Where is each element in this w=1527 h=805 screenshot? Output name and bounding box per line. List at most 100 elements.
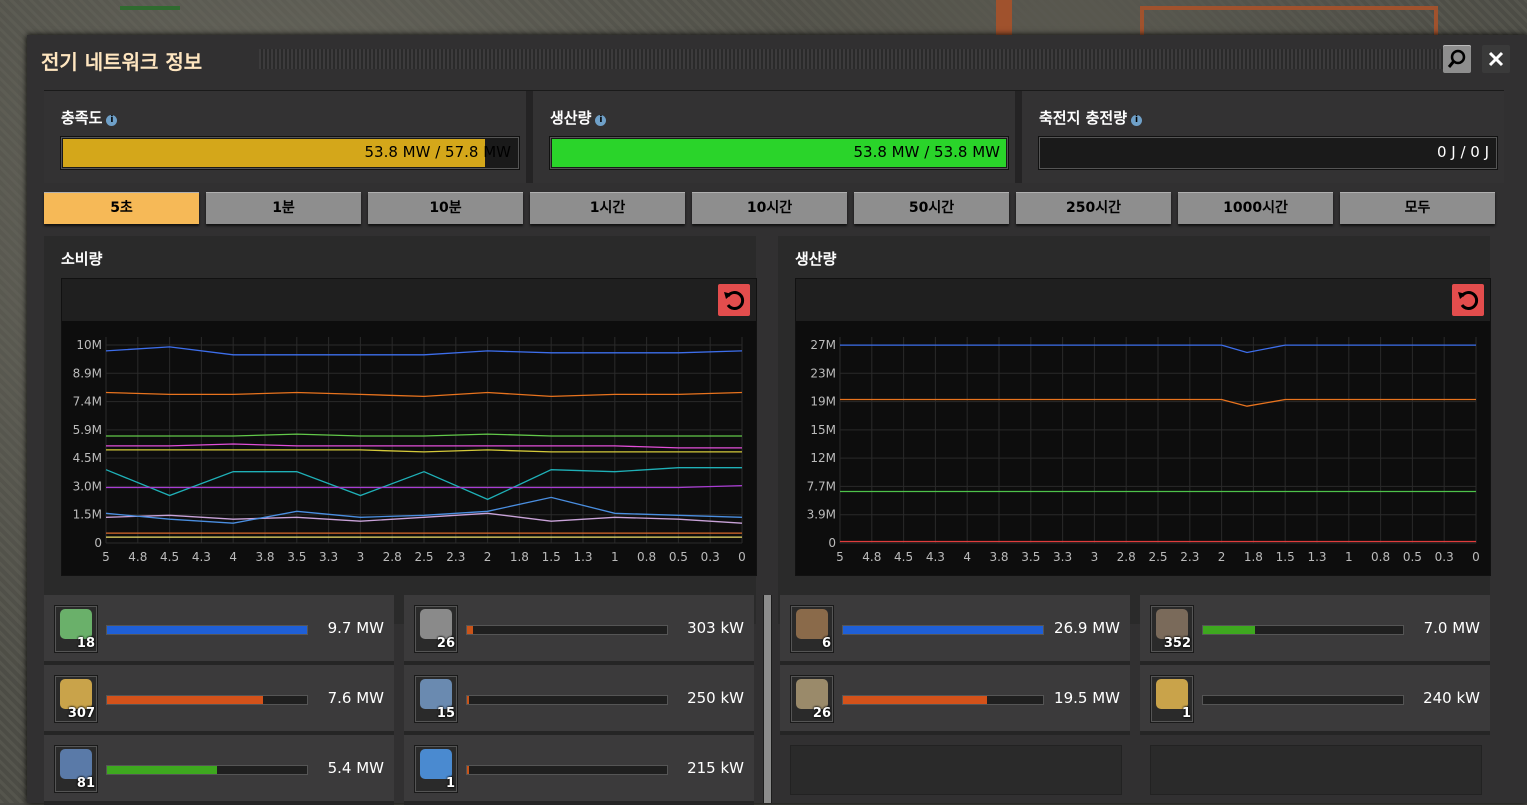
x-tick-label: 1 [1345,550,1353,564]
tab-7[interactable]: 1000시간 [1178,192,1333,224]
x-tick-label: 3 [357,550,365,564]
production-value: 53.8 MW / 53.8 MW [853,143,1000,161]
accumulator-stat: 축전지 충전량 i 0 J / 0 J [1022,91,1504,183]
entity-row[interactable]: 352 7.0 MW [1140,595,1490,665]
entity-row[interactable]: 26 19.5 MW [780,665,1130,735]
x-tick-label: 0.3 [701,550,720,564]
x-tick-label: 0.8 [1371,550,1390,564]
entity-power-fill [107,626,307,634]
x-tick-label: 1 [611,550,619,564]
entity-count: 81 [76,776,95,791]
entity-row[interactable]: 18 9.7 MW [44,595,394,665]
entity-power-value: 26.9 MW [1054,619,1120,637]
background-entity [120,6,180,10]
assembling-machine-icon[interactable]: 18 [54,605,98,653]
x-tick-label: 0.8 [637,550,656,564]
roboport-icon[interactable]: 1 [414,745,458,793]
tab-3[interactable]: 1시간 [530,192,685,224]
y-tick-label: 8.9M [73,366,102,380]
search-icon [1447,49,1466,68]
x-tick-label: 5 [836,550,844,564]
network-stats: 충족도 i 53.8 MW / 57.8 MW 생산량 i 53.8 MW / 53… [44,90,1504,183]
entity-count: 26 [812,706,831,721]
entity-row[interactable]: 1 215 kW [404,735,754,805]
reset-production-button[interactable] [1452,284,1484,316]
production-chart: 5 4.8 4.5 4.3 4 3.8 3.5 3.3 3 2.8 2.5 2.3 2 1.8 1.5 1.3… [795,278,1491,576]
entity-glyph [1156,679,1188,709]
entity-power-bar [466,625,668,635]
entity-power-fill [467,626,473,634]
x-tick-label: 4.5 [894,550,913,564]
x-tick-label: 2 [1218,550,1226,564]
y-tick-label: 12M [810,451,836,465]
scrollbar-thumb[interactable] [764,595,771,803]
chart-header [62,279,756,321]
tab-4[interactable]: 10시간 [692,192,847,224]
info-icon[interactable]: i [106,115,118,126]
info-icon[interactable]: i [595,115,607,126]
entity-row[interactable]: 81 5.4 MW [44,735,394,805]
inserter-icon[interactable]: 81 [54,745,98,793]
electric-network-window: 전기 네트워크 정보 충족도 i 53.8 MW / 57.8 MW 생산량 i 5… [27,35,1527,805]
consumer-scrollbar[interactable] [763,595,772,803]
entity-count: 6 [821,636,831,651]
x-tick-label: 0 [1472,550,1480,564]
x-tick-label: 0.5 [1403,550,1422,564]
entity-power-fill [467,696,469,704]
tab-2[interactable]: 10분 [368,192,523,224]
x-tick-label: 3.8 [989,550,1008,564]
steam-engine-icon[interactable]: 6 [790,605,834,653]
tab-8[interactable]: 모두 [1340,192,1495,224]
solar-panel-icon[interactable]: 352 [1150,605,1194,653]
entity-row[interactable]: 1 240 kW [1140,665,1490,735]
x-tick-label: 1.3 [1307,550,1326,564]
entity-power-bar [106,625,308,635]
title-bar[interactable]: 전기 네트워크 정보 [27,35,1527,83]
entity-glyph [1156,609,1188,639]
entity-power-bar [106,765,308,775]
production-panel: 생산량 5 4.8 4.5 4.3 4 3.8 3.5 3.3 3 2.8 2.5 2.3 2 1.8 1.… [778,236,1491,624]
entity-glyph [420,609,452,639]
entity-row[interactable]: 307 7.6 MW [44,665,394,735]
entity-glyph [796,679,828,709]
entity-count: 352 [1163,636,1191,651]
tab-1[interactable]: 1분 [206,192,361,224]
tab-6[interactable]: 250시간 [1016,192,1171,224]
entity-glyph [796,609,828,639]
x-tick-label: 4.3 [192,550,211,564]
accumulator-bar: 0 J / 0 J [1038,136,1498,170]
production-bar: 53.8 MW / 53.8 MW [549,136,1009,170]
x-tick-label: 4 [229,550,237,564]
y-tick-label: 27M [810,338,836,352]
x-tick-label: 0.5 [669,550,688,564]
tab-0[interactable]: 5초 [44,192,199,224]
entity-power-bar [466,695,668,705]
x-tick-label: 4.5 [160,550,179,564]
info-icon[interactable]: i [1131,115,1143,126]
y-tick-label: 19M [810,395,836,409]
entity-count: 307 [67,706,95,721]
x-tick-label: 1.5 [1276,550,1295,564]
background-entity [996,0,1012,35]
generator-icon[interactable]: 1 [1150,675,1194,723]
search-button[interactable] [1443,45,1471,73]
x-tick-label: 1.8 [510,550,529,564]
reset-consumption-button[interactable] [718,284,750,316]
entity-row[interactable]: 15 250 kW [404,665,754,735]
electric-mining-drill-icon[interactable]: 307 [54,675,98,723]
production-title: 생산량 [795,250,837,268]
steam-turbine-icon[interactable]: 26 [790,675,834,723]
drag-handle[interactable] [259,49,1451,69]
close-button[interactable] [1482,45,1510,73]
entity-power-bar [1202,695,1404,705]
lab-icon[interactable]: 26 [414,605,458,653]
tab-5[interactable]: 50시간 [854,192,1009,224]
accumulator-label: 축전지 충전량 [1039,109,1128,127]
radar-icon[interactable]: 15 [414,675,458,723]
entity-power-fill [107,696,263,704]
x-tick-label: 2.5 [414,550,433,564]
entity-row[interactable]: 6 26.9 MW [780,595,1130,665]
entity-row[interactable]: 26 303 kW [404,595,754,665]
y-tick-label: 5.9M [73,423,102,437]
consumption-title: 소비량 [61,250,103,268]
